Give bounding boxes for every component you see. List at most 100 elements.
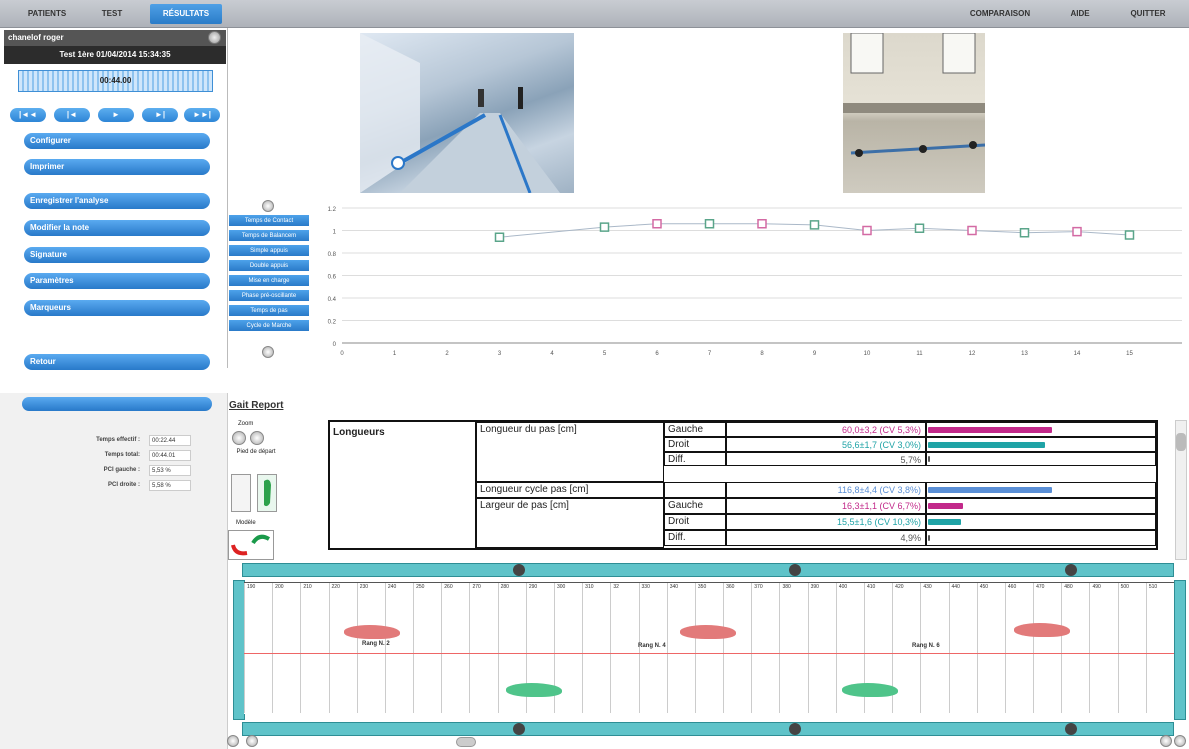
marqueurs-button[interactable]: Marqueurs <box>24 300 210 316</box>
ruler-tick-label: 390 <box>810 584 819 590</box>
gear-icon[interactable] <box>208 31 221 44</box>
zoom-out-bottom-icon[interactable] <box>227 735 239 747</box>
ruler-gridline <box>497 583 499 713</box>
skip-end-button[interactable]: ►►| <box>184 108 220 122</box>
ruler-tick-label: 460 <box>1007 584 1017 590</box>
play-button[interactable]: ► <box>98 108 134 122</box>
ruler-gridline <box>694 583 696 713</box>
ruler-tick-label: 360 <box>726 584 735 590</box>
param-longueur-pas: Longueur du pas [cm] <box>476 422 664 482</box>
tab-patients[interactable]: PATIENTS <box>16 4 78 24</box>
ruler-gridline <box>751 583 753 713</box>
slider-handle[interactable] <box>1065 564 1077 576</box>
panel-button[interactable] <box>22 397 212 411</box>
right-foot-toggle[interactable] <box>257 474 277 512</box>
ruler-tick-label: 400 <box>838 584 848 590</box>
imprimer-button[interactable]: Imprimer <box>24 159 210 175</box>
footprint-icon[interactable] <box>1014 623 1070 637</box>
report-title: Gait Report <box>229 400 284 411</box>
chart-menu-temps-contact[interactable]: Temps de Contact <box>229 215 309 227</box>
ruler-tick-label: 420 <box>895 584 904 590</box>
model-icon[interactable] <box>228 530 274 560</box>
walkway-bottom-slider[interactable] <box>242 722 1174 736</box>
bar-cell <box>926 452 1156 466</box>
vertical-scrollbar[interactable] <box>1175 420 1187 560</box>
skip-start-button[interactable]: |◄◄ <box>10 108 46 122</box>
timeline-slider[interactable]: 00:44.00 <box>18 70 213 92</box>
slider-handle[interactable] <box>789 723 801 735</box>
pied-depart-label: Pied de départ <box>236 449 276 455</box>
y-tick-label: 0.8 <box>328 252 337 258</box>
x-tick-label: 9 <box>813 351 817 357</box>
tab-resultats[interactable]: RÉSULTATS <box>150 4 222 24</box>
data-point <box>1124 230 1135 240</box>
chart-menu-temps-balancement[interactable]: Temps de Balancem <box>229 230 309 242</box>
left-foot-toggle[interactable] <box>231 474 251 512</box>
y-tick-label: 0.6 <box>328 275 337 281</box>
x-tick-label: 12 <box>969 351 976 357</box>
signature-button[interactable]: Signature <box>24 247 210 263</box>
time-display: 00:44.00 <box>99 76 132 85</box>
chart-menu-simple-appuis[interactable]: Simple appuis <box>229 245 309 257</box>
chart-menu-phase-pre-oscillante[interactable]: Phase pré-oscillante <box>229 290 309 302</box>
chart-menu-down-icon[interactable] <box>262 346 274 358</box>
top-navigation: PATIENTS TEST RÉSULTATS COMPARAISON AIDE… <box>0 0 1189 28</box>
ruler-gridline <box>779 583 781 713</box>
video-front-camera[interactable] <box>360 33 574 194</box>
footprint-icon[interactable] <box>344 625 400 639</box>
tab-quitter[interactable]: QUITTER <box>1120 4 1176 24</box>
bar-cell <box>926 530 1156 546</box>
stat-label-pci-droite: PCI droite : <box>107 482 140 488</box>
zoom-in-icon[interactable] <box>232 431 246 445</box>
walkway-top-slider[interactable] <box>242 563 1174 577</box>
stat-label-pci-gauche: PCI gauche : <box>103 467 140 473</box>
footprint-icon[interactable] <box>842 683 898 697</box>
configurer-button[interactable]: Configurer <box>24 133 210 149</box>
step-forward-button[interactable]: ►| <box>142 108 178 122</box>
stat-value-pci-droite: 5,58 % <box>149 480 191 491</box>
horizontal-scroll-thumb[interactable] <box>456 737 476 747</box>
slider-handle[interactable] <box>513 723 525 735</box>
x-tick-label: 8 <box>760 351 764 357</box>
zoom-out-icon[interactable] <box>250 431 264 445</box>
ruler-gridline <box>723 583 725 713</box>
tab-aide[interactable]: AIDE <box>1060 4 1100 24</box>
param-longueur-cycle: Longueur cycle pas [cm] <box>476 482 664 498</box>
chart-menu-cycle-marche[interactable]: Cycle de Marche <box>229 320 309 332</box>
ruler-tick-label: 380 <box>782 584 791 590</box>
side-cell: Gauche <box>664 422 726 437</box>
ruler-gridline <box>441 583 443 713</box>
footprint-icon[interactable] <box>680 625 736 639</box>
tab-comparaison[interactable]: COMPARAISON <box>960 4 1040 24</box>
retour-button[interactable]: Retour <box>24 354 210 370</box>
step-back-button[interactable]: |◄ <box>54 108 90 122</box>
x-tick-label: 7 <box>708 351 712 357</box>
footprint-icon[interactable] <box>506 683 562 697</box>
ruler-tick-label: 500 <box>1120 584 1129 590</box>
vertical-scroll-thumb[interactable] <box>1176 433 1186 451</box>
chart-menu-mise-en-charge[interactable]: Mise en charge <box>229 275 309 287</box>
value-bar <box>928 426 1052 433</box>
slider-handle[interactable] <box>513 564 525 576</box>
scroll-left-icon[interactable] <box>1160 735 1172 747</box>
ruler-tick-label: 330 <box>641 584 650 590</box>
value-cell: 5,7% <box>726 452 926 466</box>
slider-handle[interactable] <box>1065 723 1077 735</box>
chart-menu-up-icon[interactable] <box>262 200 274 212</box>
modifier-note-button[interactable]: Modifier la note <box>24 220 210 236</box>
chart-menu-double-appuis[interactable]: Double appuis <box>229 260 309 272</box>
user-name: chanelof roger <box>4 30 226 46</box>
tab-test[interactable]: TEST <box>86 4 138 24</box>
x-tick-label: 2 <box>445 351 449 357</box>
video-side-camera[interactable] <box>843 32 986 193</box>
enregistrer-button[interactable]: Enregistrer l'analyse <box>24 193 210 209</box>
stat-value-pci-gauche: 5,53 % <box>149 465 191 476</box>
progression-line <box>244 653 1174 654</box>
data-point <box>1072 226 1082 237</box>
chart-menu-temps-pas[interactable]: Temps de pas <box>229 305 309 317</box>
slider-handle[interactable] <box>789 564 801 576</box>
zoom-label: Zoom <box>238 421 254 427</box>
zoom-in-bottom-icon[interactable] <box>246 735 258 747</box>
parametres-button[interactable]: Paramètres <box>24 273 210 289</box>
scroll-right-icon[interactable] <box>1174 735 1186 747</box>
